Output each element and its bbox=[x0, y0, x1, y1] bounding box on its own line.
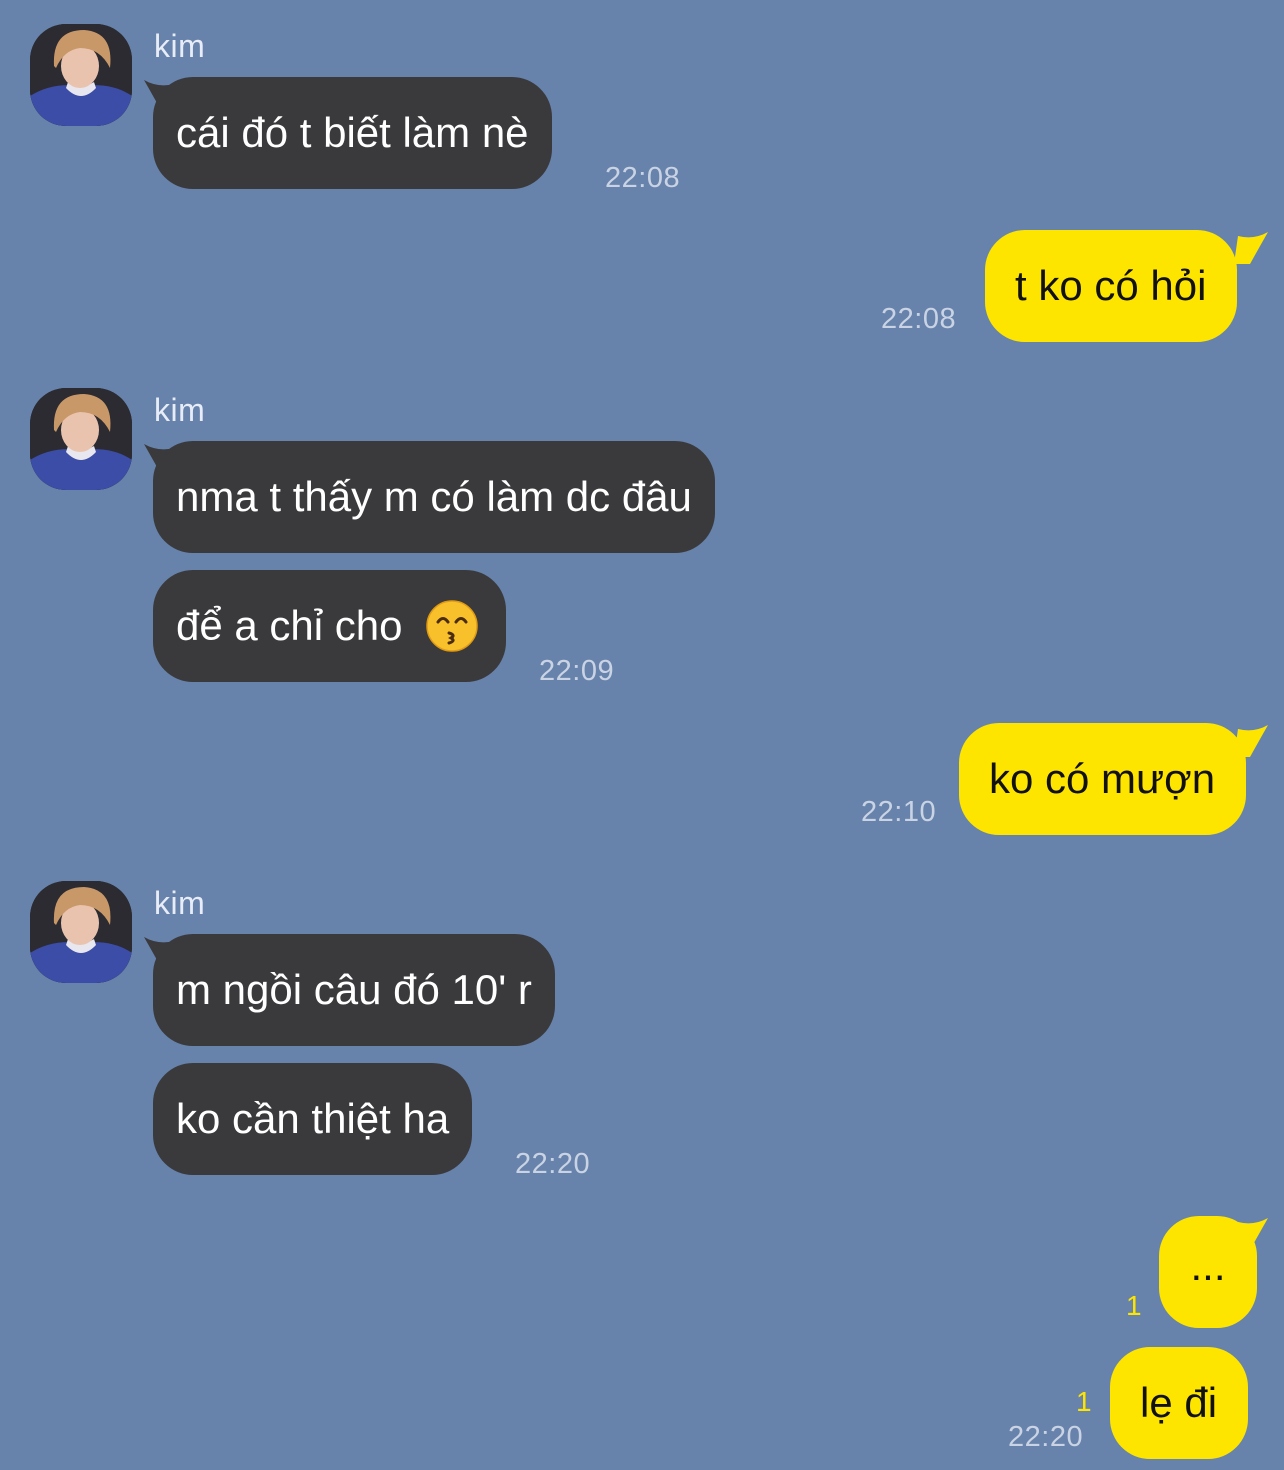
outgoing-message-bubble[interactable]: ko có mượn bbox=[959, 723, 1247, 835]
sender-name: kim bbox=[154, 28, 206, 64]
kissing-face-smiling-eyes-icon bbox=[426, 600, 478, 652]
message-timestamp: 22:20 bbox=[515, 1148, 591, 1180]
message-timestamp: 22:08 bbox=[605, 162, 681, 194]
outgoing-message-bubble[interactable]: ... bbox=[1159, 1216, 1257, 1328]
incoming-message-bubble[interactable]: để a chỉ cho bbox=[153, 570, 507, 682]
incoming-message-bubble[interactable]: ko cần thiệt ha bbox=[153, 1063, 473, 1175]
avatar[interactable] bbox=[30, 388, 132, 490]
message-timestamp: 22:08 bbox=[881, 303, 957, 335]
unread-count: 1 bbox=[1126, 1290, 1142, 1321]
unread-count: 1 bbox=[1076, 1386, 1092, 1417]
outgoing-message-bubble[interactable]: lẹ đi bbox=[1110, 1347, 1249, 1459]
message-text: để a chỉ cho bbox=[176, 602, 403, 649]
incoming-message-bubble[interactable]: nma t thấy m có làm dc đâu bbox=[153, 441, 715, 553]
avatar[interactable] bbox=[30, 881, 132, 983]
incoming-message-bubble[interactable]: m ngồi câu đó 10' r bbox=[153, 934, 555, 1046]
outgoing-bubble-tail bbox=[1234, 232, 1268, 264]
avatar[interactable] bbox=[30, 24, 132, 126]
message-timestamp: 22:20 bbox=[1008, 1421, 1084, 1453]
sender-name: kim bbox=[154, 885, 206, 921]
incoming-message-bubble[interactable]: cái đó t biết làm nè bbox=[153, 77, 552, 189]
outgoing-message-bubble[interactable]: t ko có hỏi bbox=[985, 230, 1238, 342]
sender-name: kim bbox=[154, 392, 206, 428]
message-timestamp: 22:10 bbox=[861, 796, 937, 828]
message-timestamp: 22:09 bbox=[539, 655, 615, 687]
